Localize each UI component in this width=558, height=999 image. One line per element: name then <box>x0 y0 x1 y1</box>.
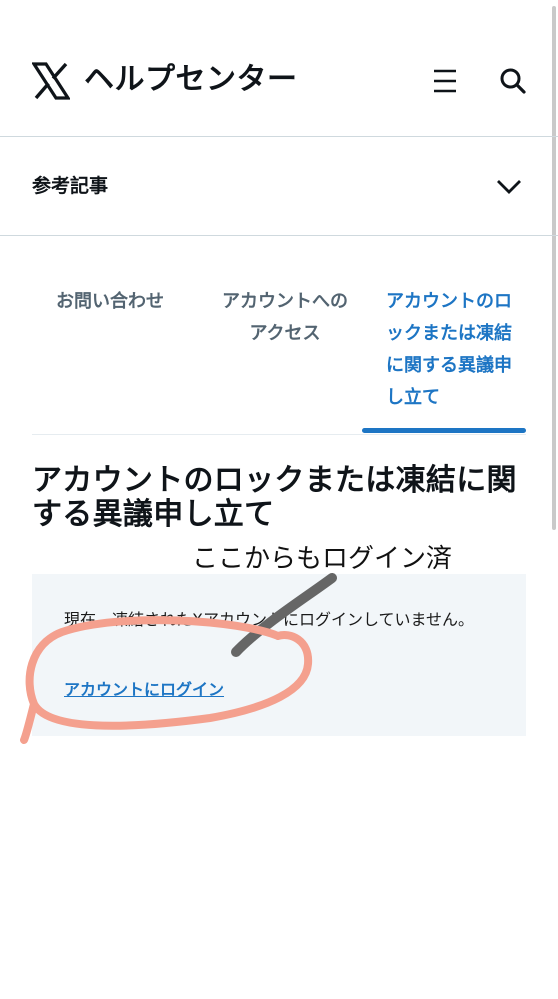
x-logo-icon[interactable] <box>32 62 70 100</box>
tab-account-access[interactable]: アカウントへのアクセス <box>220 286 350 350</box>
login-to-account-link[interactable]: アカウントにログイン <box>64 678 224 702</box>
related-articles-label: 参考記事 <box>32 175 109 197</box>
active-tab-indicator <box>362 428 526 433</box>
hamburger-menu-icon[interactable] <box>430 66 460 96</box>
topic-tabs: お問い合わせ アカウントへのアクセス アカウントのロックまたは凍結に関する異議申… <box>32 236 526 435</box>
handwritten-note: ここからもログイン済 <box>192 544 453 574</box>
article-title: アカウントのロックまたは凍結に関する異議申し立て <box>32 463 517 532</box>
site-title[interactable]: ヘルプセンター <box>84 60 298 100</box>
chevron-down-icon[interactable] <box>494 171 524 201</box>
related-articles-toggle[interactable]: 参考記事 <box>0 137 558 236</box>
notice-message: 現在、凍結されたXアカウントにログインしていません。 <box>64 610 475 629</box>
tab-locked-suspended-appeal[interactable]: アカウントのロックまたは凍結に関する異議申し立て <box>386 286 516 414</box>
login-notice-box: 現在、凍結されたXアカウントにログインしていません。 アカウントにログイン <box>32 574 526 736</box>
search-icon[interactable] <box>498 66 528 96</box>
tab-contact[interactable]: お問い合わせ <box>56 286 186 318</box>
help-center-page: ヘルプセンター 参考記事 お問い合わせ アカウントへのアクセス アカウントのロッ… <box>0 0 558 999</box>
site-header: ヘルプセンター <box>0 0 558 137</box>
